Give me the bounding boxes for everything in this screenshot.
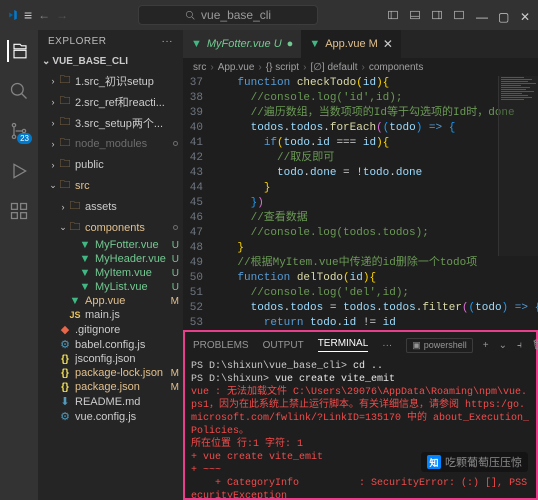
activity-scm[interactable]: 23: [8, 120, 30, 142]
tree-item[interactable]: ⌄🗀components: [38, 217, 183, 238]
code-editor[interactable]: 37 38 39 40 41 42 43 44 45 46 47 48 49 5…: [183, 76, 538, 330]
minimap[interactable]: [498, 76, 538, 256]
watermark-text: 吃颗葡萄压压惊: [445, 454, 522, 470]
project-name: VUE_BASE_CLI: [52, 56, 128, 67]
terminal-content[interactable]: PS D:\shixun\vue_base_cli> cd ..PS D:\sh…: [185, 358, 536, 498]
nav-fwd-icon[interactable]: →: [56, 8, 68, 22]
terminal-kill-icon[interactable]: 🗑: [532, 340, 538, 351]
layout-sidebar-icon[interactable]: [388, 10, 398, 20]
tab-close-icon[interactable]: ✕: [383, 37, 393, 51]
panel-more-icon[interactable]: ···: [382, 340, 392, 351]
tree-item[interactable]: ▼MyFotter.vueU: [38, 238, 183, 252]
tree-item[interactable]: JSmain.js: [38, 308, 183, 322]
tree-item[interactable]: ▼App.vueM: [38, 294, 183, 308]
editor-tab[interactable]: ▼App.vue M✕: [301, 30, 401, 58]
activity-extensions[interactable]: [8, 200, 30, 222]
menu-icon[interactable]: ≡: [24, 7, 32, 23]
panel-tab-terminal[interactable]: TERMINAL: [318, 338, 369, 352]
explorer-more-icon[interactable]: ···: [162, 36, 174, 47]
activity-debug[interactable]: [8, 160, 30, 182]
tree-item[interactable]: ›🗀node_modules: [38, 133, 183, 154]
tree-item[interactable]: {}package.jsonM: [38, 380, 183, 394]
nav-back-icon[interactable]: ←: [38, 8, 50, 22]
layout-side-right-icon[interactable]: [432, 10, 442, 20]
tree-item[interactable]: ▼MyList.vueU: [38, 280, 183, 294]
code-content[interactable]: function checkTodo(id){ //console.log('i…: [211, 76, 538, 330]
tree-item[interactable]: {}package-lock.jsonM: [38, 366, 183, 380]
command-center[interactable]: vue_base_cli: [138, 5, 318, 25]
editor-tab[interactable]: ▼MyFotter.vue U●: [183, 30, 301, 58]
breadcrumb[interactable]: src › App.vue › {} script › [∅] default …: [183, 58, 538, 76]
line-gutter: 37 38 39 40 41 42 43 44 45 46 47 48 49 5…: [183, 76, 211, 330]
tree-item[interactable]: ⚙vue.config.js: [38, 409, 183, 424]
window-close-icon[interactable]: ✕: [520, 10, 530, 20]
tree-item[interactable]: ▼MyItem.vueU: [38, 266, 183, 280]
project-header[interactable]: ⌄VUE_BASE_CLI: [38, 53, 183, 70]
editor-area: ▼MyFotter.vue U●▼App.vue M✕ src › App.vu…: [183, 30, 538, 500]
tree-item[interactable]: ›🗀public: [38, 154, 183, 175]
tree-item[interactable]: ›🗀3.src_setup两个...: [38, 112, 183, 133]
titlebar: ≡ ← → vue_base_cli — ▢ ✕: [0, 0, 538, 30]
window-minimize-icon[interactable]: —: [476, 10, 486, 20]
window-maximize-icon[interactable]: ▢: [498, 10, 508, 20]
zhihu-icon: 知: [427, 455, 441, 469]
search-text: vue_base_cli: [201, 8, 271, 22]
panel-tab-output[interactable]: OUTPUT: [263, 340, 304, 351]
tree-item[interactable]: ›🗀2.src_ref和reacti...: [38, 91, 183, 112]
watermark: 知 吃颗葡萄压压惊: [421, 452, 528, 472]
explorer-title: EXPLORER: [48, 36, 106, 47]
terminal-new-icon[interactable]: +: [483, 340, 489, 351]
search-icon: [185, 10, 195, 20]
scm-badge: 23: [17, 133, 32, 144]
editor-tabs: ▼MyFotter.vue U●▼App.vue M✕: [183, 30, 538, 58]
tree-item[interactable]: {}jsconfig.json: [38, 352, 183, 366]
activity-explorer[interactable]: [7, 40, 29, 62]
layout-customize-icon[interactable]: [454, 10, 464, 20]
activity-search[interactable]: [8, 80, 30, 102]
tree-item[interactable]: ⚙babel.config.js: [38, 337, 183, 352]
layout-panel-icon[interactable]: [410, 10, 420, 20]
bottom-panel: PROBLEMS OUTPUT TERMINAL ··· ▣ powershel…: [183, 330, 538, 500]
tab-modified-icon: ●: [287, 38, 294, 50]
tree-item[interactable]: ›🗀assets: [38, 196, 183, 217]
panel-tabs: PROBLEMS OUTPUT TERMINAL ··· ▣ powershel…: [185, 332, 536, 358]
file-tree: ›🗀1.src_初识setup›🗀2.src_ref和reacti...›🗀3.…: [38, 70, 183, 500]
tree-item[interactable]: ›🗀1.src_初识setup: [38, 70, 183, 91]
panel-tab-problems[interactable]: PROBLEMS: [193, 340, 249, 351]
tree-item[interactable]: ⌄🗀src: [38, 175, 183, 196]
terminal-shell-selector[interactable]: ▣ powershell: [406, 338, 473, 353]
terminal-split-icon[interactable]: ⫞: [517, 340, 522, 351]
explorer-sidebar: EXPLORER ··· ⌄VUE_BASE_CLI ›🗀1.src_初识set…: [38, 30, 183, 500]
activity-bar: 23: [0, 30, 38, 500]
tree-item[interactable]: ▼MyHeader.vueU: [38, 252, 183, 266]
explorer-header: EXPLORER ···: [38, 30, 183, 53]
terminal-split-dropdown-icon[interactable]: ⌄: [499, 340, 507, 351]
vscode-logo-icon: [8, 10, 18, 20]
tree-item[interactable]: ◆.gitignore: [38, 322, 183, 337]
tree-item[interactable]: ⬇README.md: [38, 394, 183, 409]
